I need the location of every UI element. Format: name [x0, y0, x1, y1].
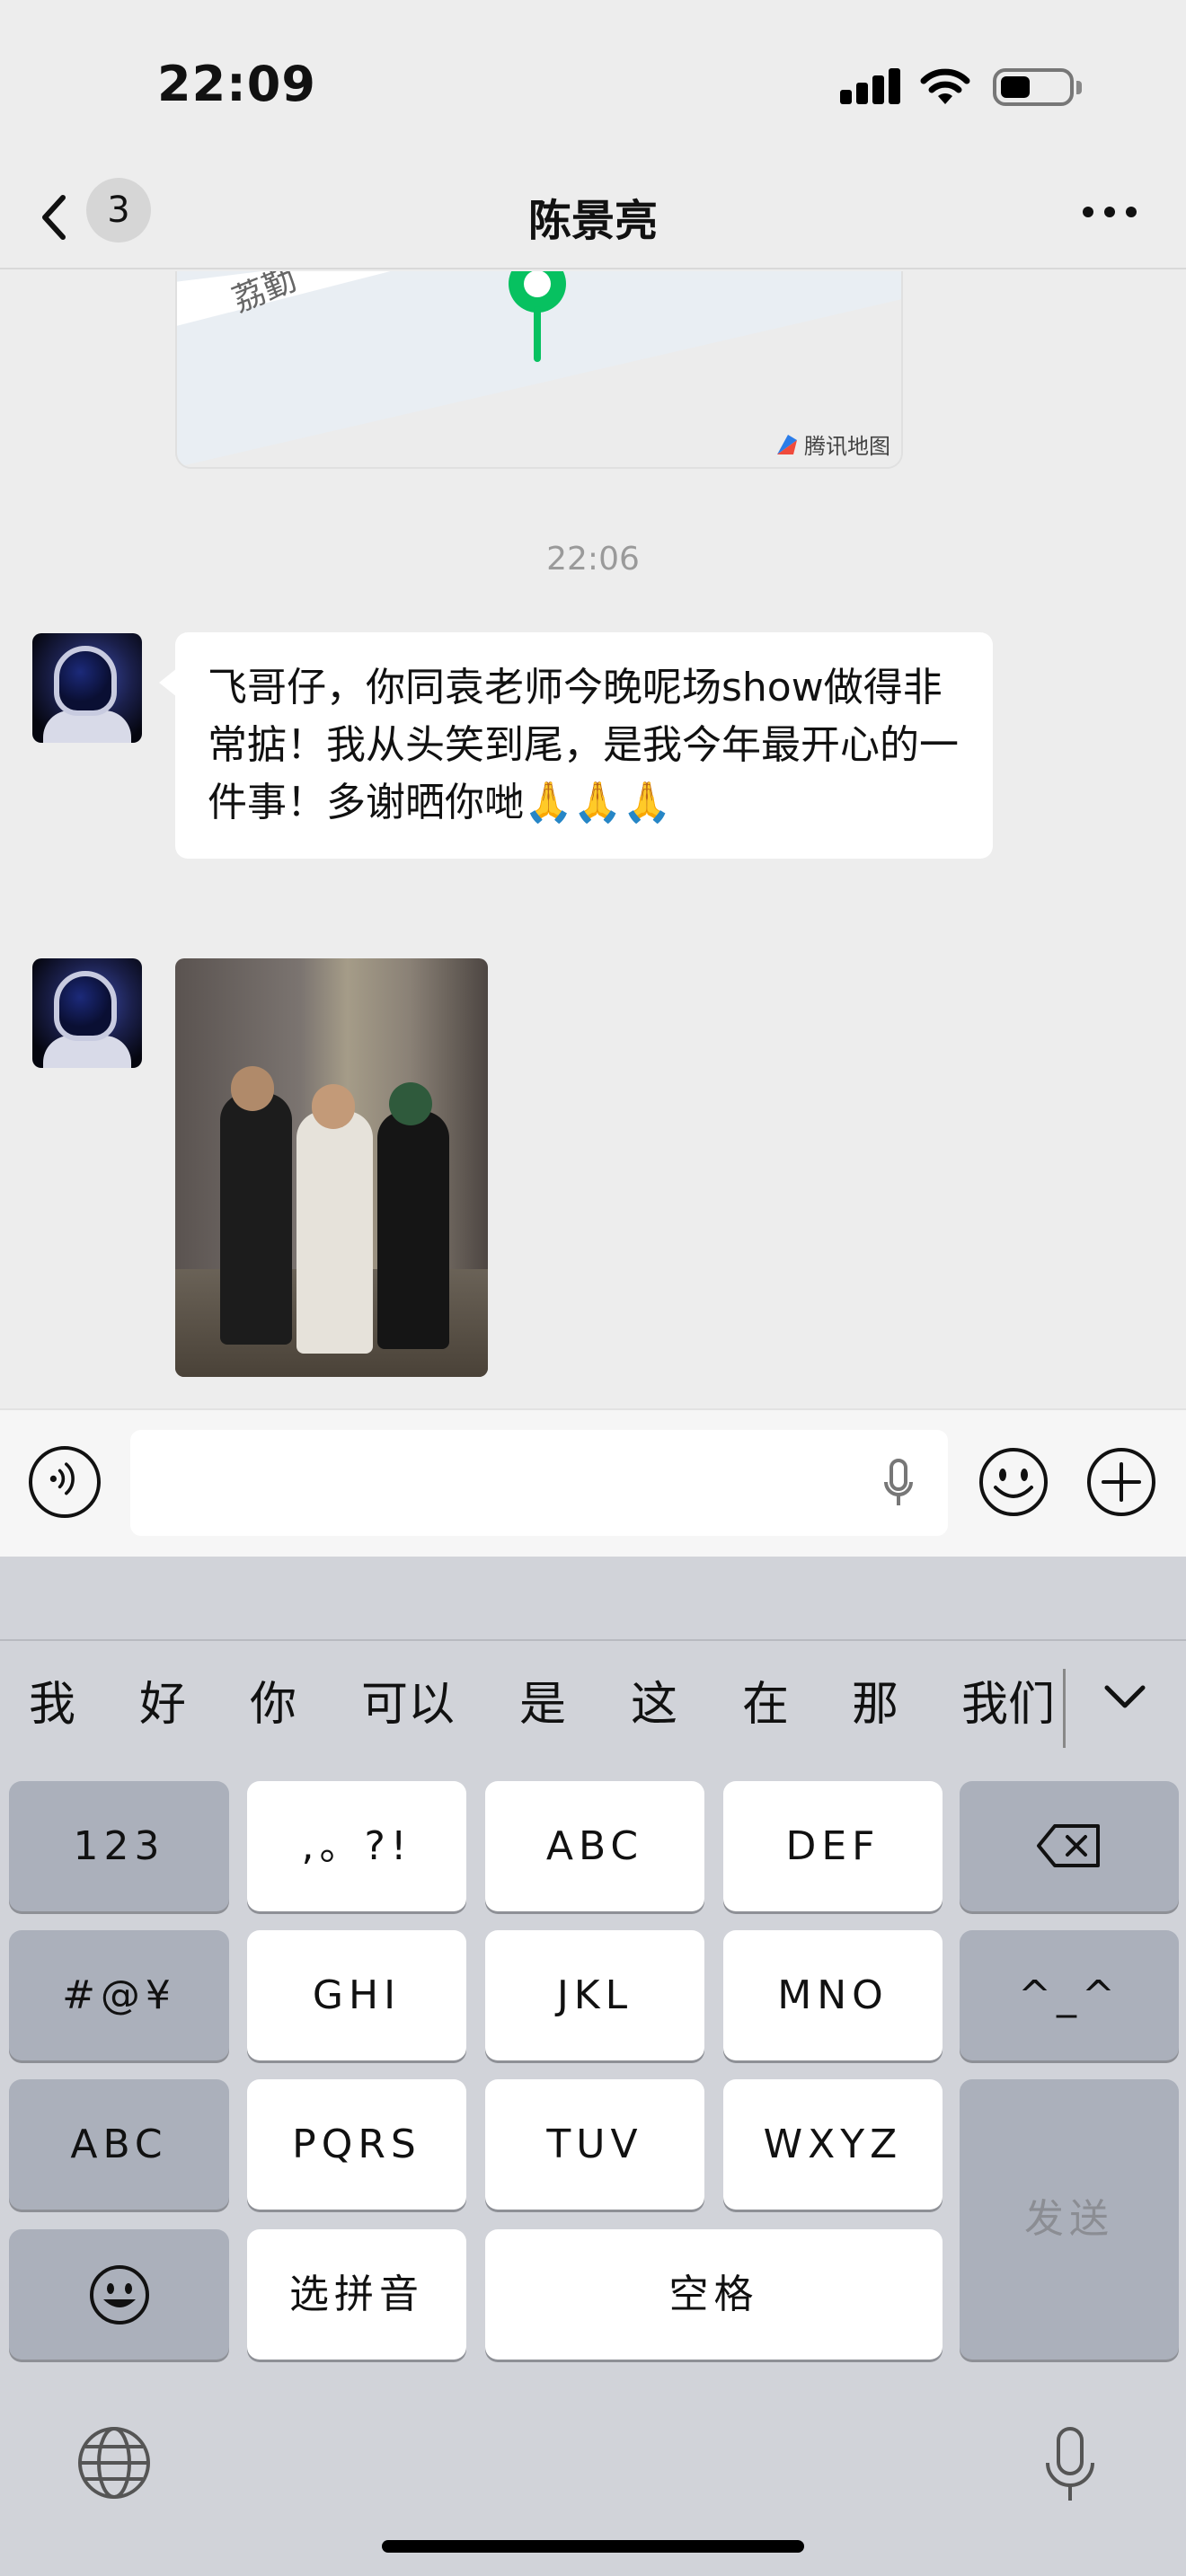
- battery-icon: [993, 68, 1082, 106]
- emoji-icon: [89, 2265, 149, 2325]
- key-symbols[interactable]: #@¥: [9, 1930, 229, 2060]
- backspace-key[interactable]: [960, 1781, 1179, 1911]
- candidate-word[interactable]: 在: [742, 1673, 789, 1736]
- message-input-bar: [0, 1408, 1186, 1557]
- candidate-bar: 我 好 你 可以 是 这 在 那 我们: [0, 1673, 1186, 1736]
- chevron-down-icon[interactable]: [1103, 1682, 1146, 1713]
- plus-icon[interactable]: [1085, 1446, 1157, 1518]
- voice-mode-button[interactable]: [29, 1446, 101, 1518]
- chat-messages[interactable]: 荔勤 腾讯地图 22:06 飞哥仔，你同袁老师今晚呢场show做得非常掂！我从头…: [0, 271, 1186, 1408]
- avatar[interactable]: [32, 633, 142, 743]
- candidate-word[interactable]: 我: [29, 1673, 75, 1736]
- microphone-icon[interactable]: [881, 1457, 916, 1511]
- map-brand-label: 腾讯地图: [804, 434, 890, 459]
- key-emoticon[interactable]: ^_^: [960, 1930, 1179, 2060]
- status-time: 22:09: [157, 56, 316, 112]
- key-123[interactable]: 123: [9, 1781, 229, 1911]
- cellular-signal-icon: [840, 68, 901, 104]
- key-abc[interactable]: ABC: [485, 1781, 704, 1911]
- backspace-icon: [1037, 1824, 1100, 1867]
- wifi-icon: [920, 68, 970, 104]
- key-ghi[interactable]: GHI: [247, 1930, 466, 2060]
- key-mno[interactable]: MNO: [723, 1930, 943, 2060]
- key-punctuation[interactable]: ,。?!: [247, 1781, 466, 1911]
- candidate-word[interactable]: 这: [631, 1673, 677, 1736]
- location-map-message[interactable]: 荔勤 腾讯地图: [175, 271, 903, 469]
- key-tuv[interactable]: TUV: [485, 2079, 704, 2210]
- chat-title: 陈景亮: [527, 196, 658, 246]
- emoji-key[interactable]: [9, 2229, 229, 2360]
- message-input[interactable]: [130, 1430, 948, 1536]
- text-message-bubble[interactable]: 飞哥仔，你同袁老师今晚呢场show做得非常掂！我从头笑到尾，是我今年最开心的一件…: [159, 632, 993, 859]
- candidate-word[interactable]: 那: [852, 1673, 898, 1736]
- candidate-word[interactable]: 好: [139, 1673, 186, 1736]
- map-brand: 腾讯地图: [775, 428, 890, 460]
- status-bar: 22:09: [0, 0, 1186, 171]
- key-def[interactable]: DEF: [723, 1781, 943, 1911]
- voice-icon: [49, 1462, 75, 1495]
- key-select-pinyin[interactable]: 选拼音: [247, 2229, 466, 2360]
- candidate-word[interactable]: 是: [519, 1673, 566, 1736]
- more-icon[interactable]: [1083, 207, 1137, 219]
- avatar[interactable]: [32, 958, 142, 1068]
- tencent-map-logo-icon: [777, 434, 797, 454]
- globe-icon[interactable]: [76, 2425, 152, 2501]
- send-key[interactable]: 发送: [960, 2079, 1179, 2360]
- space-key[interactable]: 空格: [485, 2229, 943, 2360]
- candidate-word[interactable]: 可以: [361, 1673, 455, 1736]
- message-text: 飞哥仔，你同袁老师今晚呢场show做得非常掂！我从头笑到尾，是我今年最开心的一件…: [208, 665, 959, 825]
- photo-message[interactable]: [175, 958, 488, 1377]
- key-abc-switch[interactable]: ABC: [9, 2079, 229, 2210]
- candidate-word[interactable]: 你: [250, 1673, 296, 1736]
- candidate-word[interactable]: 我们: [961, 1673, 1055, 1736]
- microphone-icon[interactable]: [1040, 2425, 1100, 2506]
- key-pqrs[interactable]: PQRS: [247, 2079, 466, 2210]
- key-wxyz[interactable]: WXYZ: [723, 2079, 943, 2210]
- emoji-icon[interactable]: [978, 1446, 1049, 1518]
- chat-header: 3 陈景亮: [0, 171, 1186, 269]
- home-indicator[interactable]: [382, 2540, 804, 2553]
- message-timestamp: 22:06: [546, 541, 640, 578]
- key-jkl[interactable]: JKL: [485, 1930, 704, 2060]
- location-pin-icon: [509, 271, 566, 362]
- keyboard: 我 好 你 可以 是 这 在 那 我们 123 ,。?! ABC DEF #@¥…: [0, 1557, 1186, 2576]
